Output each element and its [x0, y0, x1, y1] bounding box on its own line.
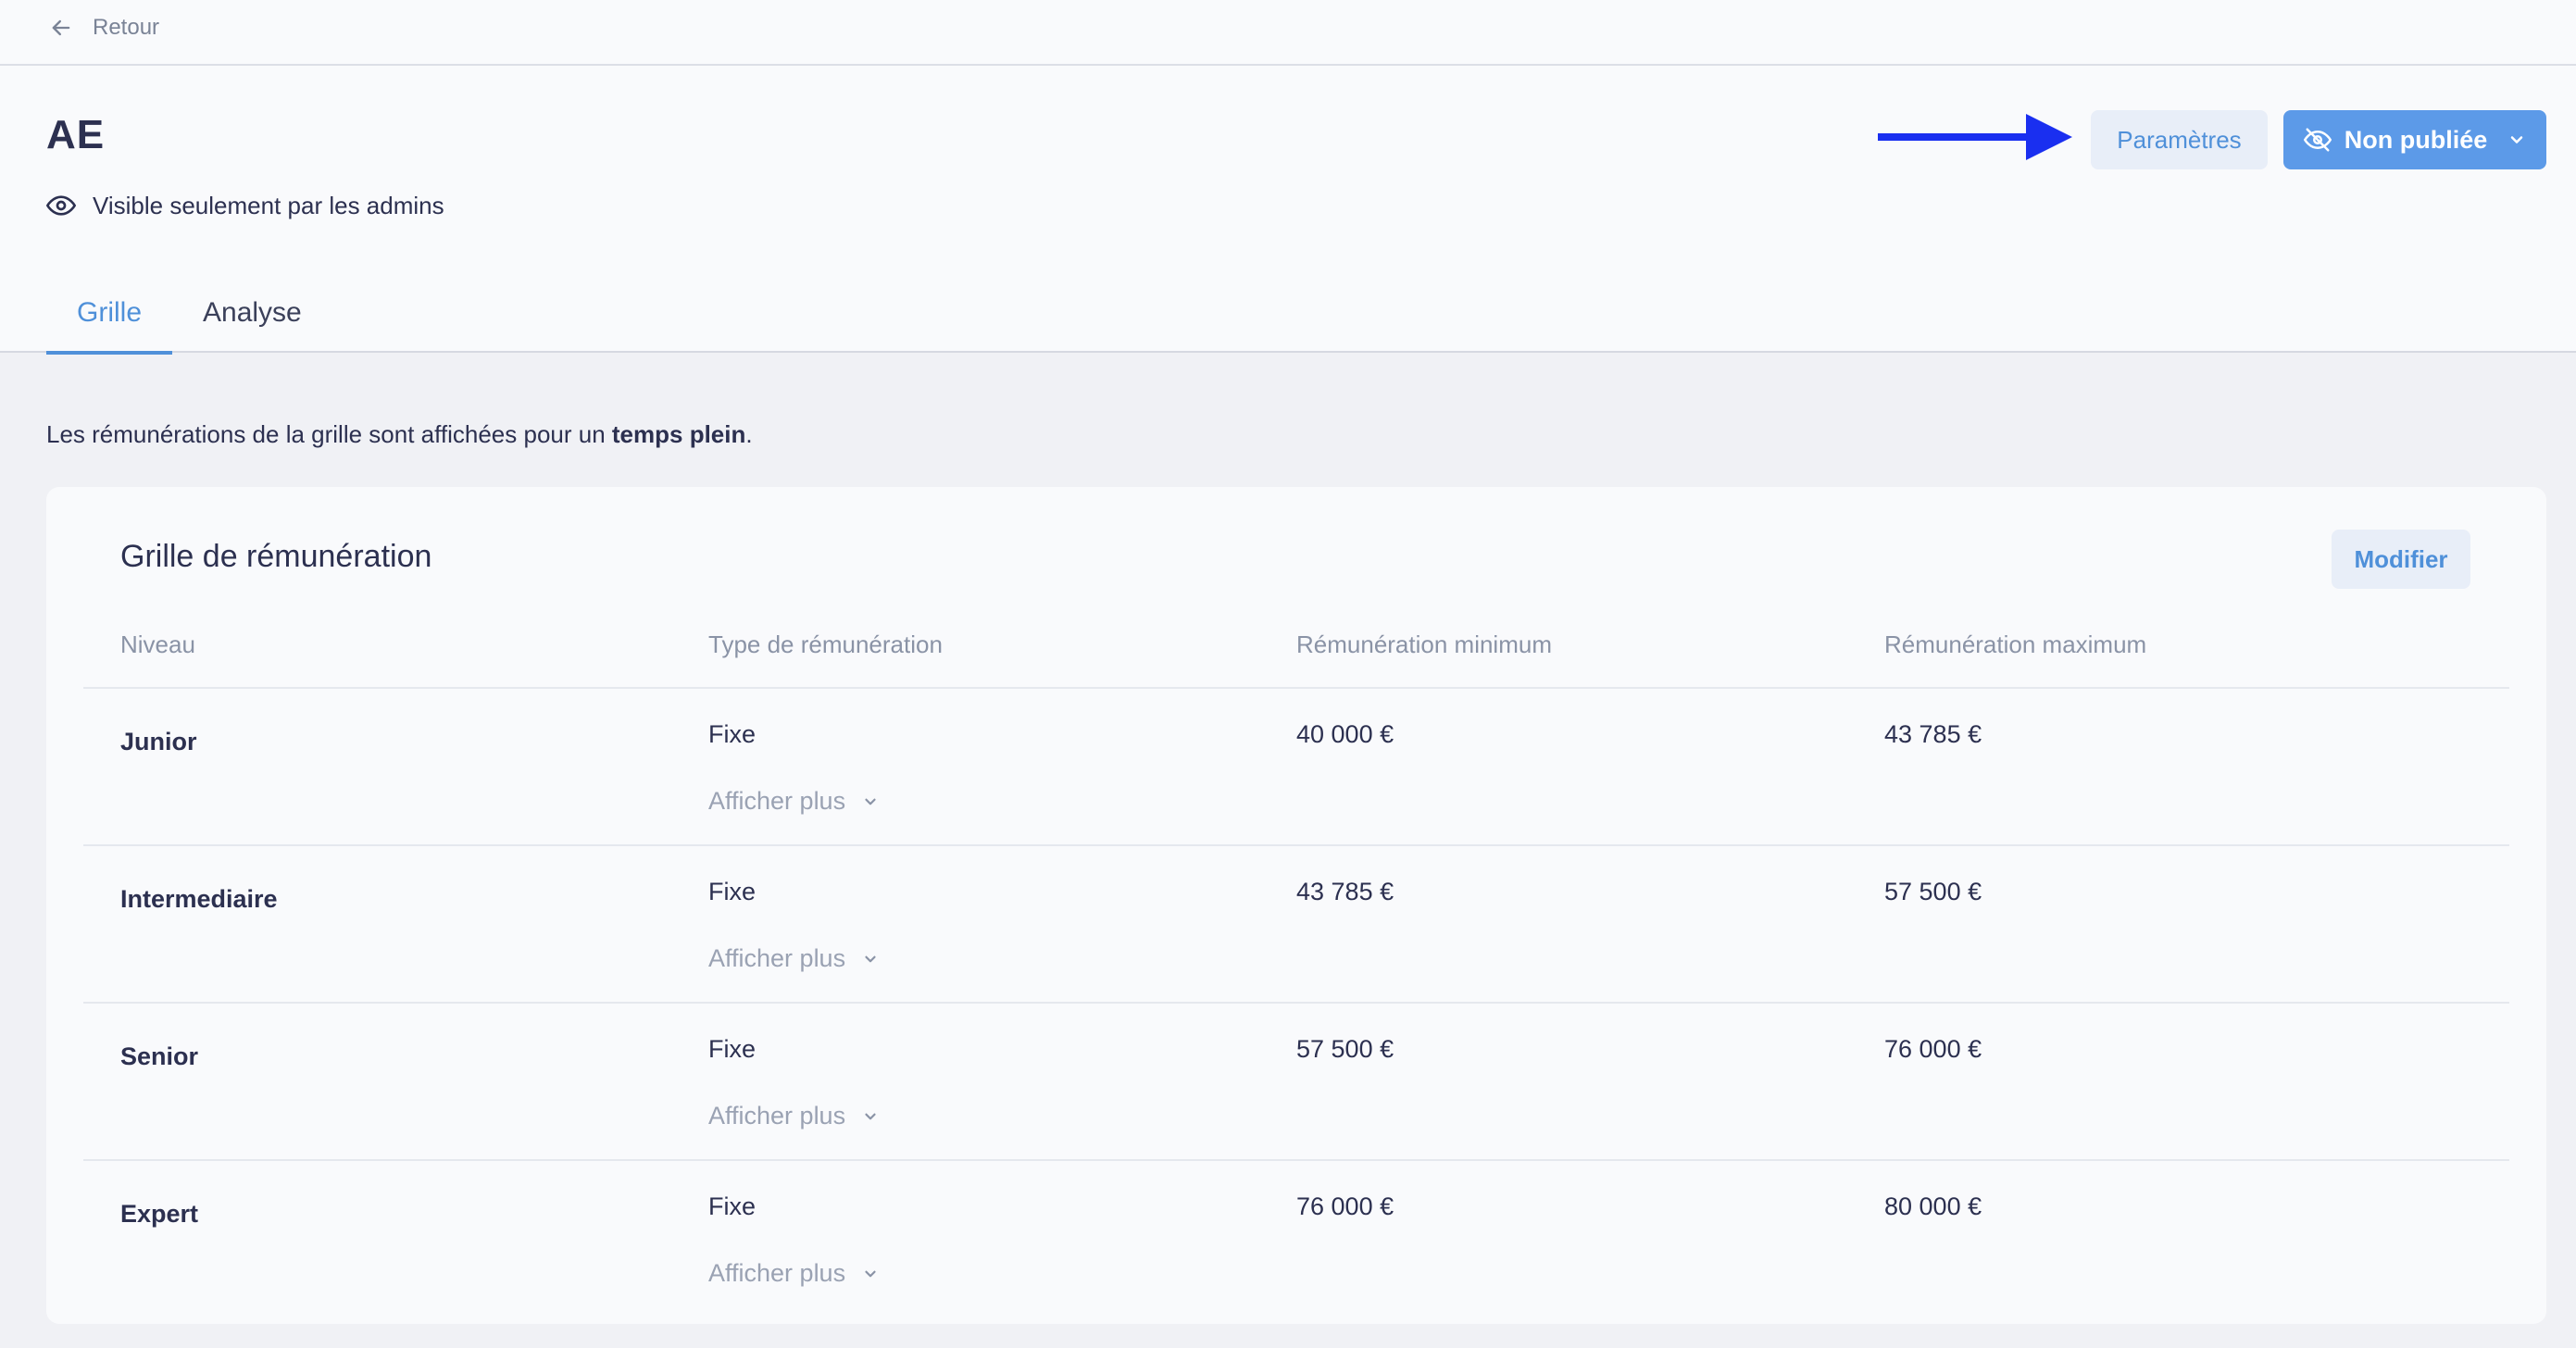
card-title: Grille de rémunération: [120, 539, 432, 574]
level-name: Expert: [120, 1200, 199, 1228]
chevron-down-icon: [865, 955, 876, 962]
max-salary: 43 785 €: [1884, 720, 1982, 748]
back-label: Retour: [93, 15, 160, 40]
show-more-label: Afficher plus: [708, 1102, 846, 1130]
column-header-level: Niveau: [120, 630, 195, 658]
pay-type: Fixe: [708, 1192, 757, 1220]
chevron-down-icon: [865, 1270, 876, 1277]
show-more-link[interactable]: Afficher plus: [708, 1259, 879, 1288]
show-more-link[interactable]: Afficher plus: [708, 787, 879, 816]
annotation-arrow: [1878, 114, 2072, 160]
fulltime-info: Les rémunérations de la grille sont affi…: [46, 420, 753, 449]
chevron-down-icon: [2511, 136, 2523, 144]
visibility-status: Visible seulement par les admins: [46, 191, 444, 220]
column-header-type: Type de rémunération: [708, 630, 943, 658]
salary-grid-card: Grille de rémunération Modifier Niveau T…: [46, 487, 2546, 1324]
pay-type: Fixe: [708, 1035, 757, 1063]
back-link[interactable]: Retour: [48, 13, 159, 43]
publish-status-label: Non publiée: [2344, 125, 2488, 154]
min-salary: 43 785 €: [1296, 878, 1394, 905]
top-bar: Retour: [0, 0, 2576, 66]
pay-type: Fixe: [708, 878, 757, 905]
page-header: AE Visible seulement par les admins Para…: [0, 66, 2576, 355]
column-header-min: Rémunération minimum: [1296, 630, 1552, 658]
show-more-link[interactable]: Afficher plus: [708, 944, 879, 973]
show-more-label: Afficher plus: [708, 1259, 846, 1287]
info-prefix: Les rémunérations de la grille sont affi…: [46, 420, 612, 448]
level-name: Junior: [120, 728, 197, 755]
chevron-down-icon: [865, 798, 876, 805]
min-salary: 57 500 €: [1296, 1035, 1394, 1063]
eye-off-icon: [2303, 128, 2332, 152]
column-header-max: Rémunération maximum: [1884, 630, 2147, 658]
min-salary: 40 000 €: [1296, 720, 1394, 748]
tab-bar: Grille Analyse: [46, 284, 332, 355]
max-salary: 57 500 €: [1884, 878, 1982, 905]
table-row: Expert Fixe Afficher plus 76 000 € 80 00…: [83, 1159, 2509, 1317]
tab-grille[interactable]: Grille: [46, 284, 173, 355]
chevron-down-icon: [865, 1113, 876, 1119]
table-row: Intermediaire Fixe Afficher plus 43 785 …: [83, 844, 2509, 1002]
level-name: Senior: [120, 1042, 199, 1070]
settings-button[interactable]: Paramètres: [2091, 110, 2268, 169]
show-more-label: Afficher plus: [708, 944, 846, 972]
eye-icon: [46, 195, 76, 216]
modify-button[interactable]: Modifier: [2332, 530, 2470, 589]
table-row: Junior Fixe Afficher plus 40 000 € 43 78…: [83, 687, 2509, 844]
info-bold: temps plein: [611, 420, 746, 448]
info-suffix: .: [745, 420, 753, 448]
page-title: AE: [46, 112, 106, 157]
show-more-link[interactable]: Afficher plus: [708, 1102, 879, 1130]
max-salary: 76 000 €: [1884, 1035, 1982, 1063]
pay-type: Fixe: [708, 720, 757, 748]
publish-status-button[interactable]: Non publiée: [2283, 110, 2546, 169]
level-name: Intermediaire: [120, 885, 278, 913]
arrow-left-icon: [52, 19, 70, 36]
visibility-text: Visible seulement par les admins: [93, 191, 444, 219]
show-more-label: Afficher plus: [708, 787, 846, 815]
table-row: Senior Fixe Afficher plus 57 500 € 76 00…: [83, 1002, 2509, 1159]
min-salary: 76 000 €: [1296, 1192, 1394, 1220]
page: Retour AE Visible seulement par les admi…: [0, 0, 2576, 1348]
tab-analyse[interactable]: Analyse: [172, 284, 332, 353]
max-salary: 80 000 €: [1884, 1192, 1982, 1220]
